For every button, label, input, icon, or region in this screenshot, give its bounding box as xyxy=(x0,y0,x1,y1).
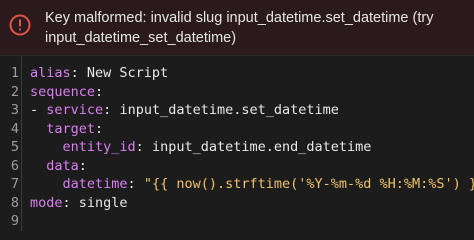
code-content: target: xyxy=(30,120,103,138)
code-indent: - xyxy=(30,102,47,118)
yaml-separator: : xyxy=(62,194,79,211)
error-message: Key malformed: invalid slug input_dateti… xyxy=(45,10,434,46)
code-content: sequence: xyxy=(30,83,103,101)
yaml-separator: : xyxy=(127,176,144,192)
yaml-key: entity_id xyxy=(62,139,136,155)
code-line[interactable]: 1 alias: New Script xyxy=(0,64,474,82)
yaml-key: service xyxy=(46,102,104,118)
yaml-key: target xyxy=(46,120,96,137)
code-content: alias: New Script xyxy=(30,64,168,82)
yaml-separator: : xyxy=(78,157,87,174)
line-number: 7 xyxy=(10,176,19,192)
yaml-separator: : xyxy=(95,120,104,137)
yaml-key: data xyxy=(46,157,79,174)
yaml-separator: : xyxy=(135,139,152,155)
code-line[interactable]: 4 target: xyxy=(0,120,474,138)
line-number: 2 xyxy=(10,83,19,100)
line-number: 6 xyxy=(10,157,19,174)
code-line[interactable]: 7 datetime: "{{ now().strftime('%Y-%m-%d… xyxy=(0,175,474,193)
yaml-key: alias xyxy=(30,65,71,81)
code-line[interactable]: 5 entity_id: input_datetime.end_datetime xyxy=(0,138,474,156)
line-number: 9 xyxy=(10,213,19,229)
yaml-key: sequence xyxy=(30,83,96,100)
code-content: datetime: "{{ now().strftime('%Y-%m-%d %… xyxy=(30,175,474,193)
code-content: mode: single xyxy=(30,194,128,212)
yaml-key: datetime xyxy=(62,176,128,192)
yaml-separator: : xyxy=(70,65,87,81)
code-line[interactable]: 8 mode: single xyxy=(0,194,474,212)
yaml-key: mode xyxy=(30,194,63,211)
line-number: 4 xyxy=(10,120,19,137)
line-number: 5 xyxy=(10,139,19,155)
line-number: 3 xyxy=(10,102,19,118)
code-line[interactable]: 3- service: input_datetime.set_datetime xyxy=(0,101,474,119)
code-content: - service: input_datetime.set_datetime xyxy=(30,101,339,119)
yaml-separator: : xyxy=(95,83,104,100)
yaml-separator: : xyxy=(103,102,120,118)
yaml-value: "{{ now().strftime('%Y-%m-%d %H:%M:%S') … xyxy=(143,176,474,192)
yaml-value: input_datetime.end_datetime xyxy=(151,139,372,155)
error-banner: Key malformed: invalid slug input_dateti… xyxy=(0,0,474,55)
code-line[interactable]: 2 sequence: xyxy=(0,83,474,101)
code-content: data: xyxy=(30,157,87,175)
code-line[interactable]: 6 data: xyxy=(0,157,474,175)
code-line[interactable]: 9 xyxy=(0,212,474,230)
yaml-value: New Script xyxy=(86,65,169,81)
line-number: 1 xyxy=(10,65,19,81)
yaml-value: single xyxy=(78,194,128,211)
yaml-value: input_datetime.set_datetime xyxy=(119,102,339,118)
code-content: entity_id: input_datetime.end_datetime xyxy=(30,138,372,156)
line-number: 8 xyxy=(10,194,19,211)
yaml-code-editor[interactable]: 1 alias: New Script 2 sequence: 3 - service: … xyxy=(0,56,474,231)
error-circle-icon xyxy=(9,14,31,36)
